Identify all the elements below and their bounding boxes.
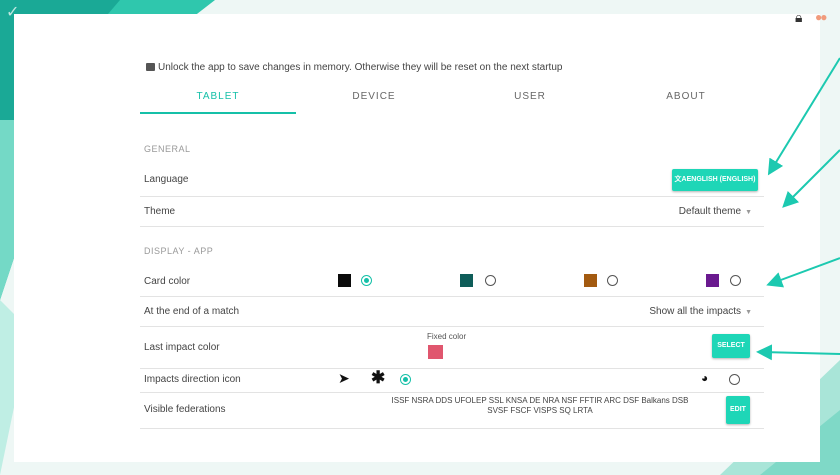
edit-button[interactable]: EDIT bbox=[726, 396, 750, 424]
impacts-icon-row: Impacts direction icon ➤ ✱ ◕ bbox=[140, 368, 764, 393]
fixed-color-swatch bbox=[428, 345, 443, 359]
impacts-icon-label: Impacts direction icon bbox=[144, 374, 241, 385]
translate-icon: 文A bbox=[674, 176, 687, 183]
impacts-icon-radio[interactable] bbox=[729, 374, 740, 385]
visible-federations-row: Visible federations ISSF NSRA DDS UFOLEP… bbox=[140, 392, 764, 429]
caret-down-icon: ▼ bbox=[745, 209, 752, 216]
card-color-radio[interactable] bbox=[485, 275, 496, 286]
app-logo-icon: ●● bbox=[815, 10, 827, 24]
card-color-radio[interactable] bbox=[730, 275, 741, 286]
tab-bar: TABLET DEVICE USER ABOUT bbox=[140, 86, 764, 114]
tab-user[interactable]: USER bbox=[452, 86, 608, 114]
card-color-radio[interactable] bbox=[607, 275, 618, 286]
last-impact-row: Last impact color Fixed color SELECT bbox=[140, 326, 764, 369]
card-color-swatch bbox=[338, 274, 351, 287]
unlock-notice: Unlock the app to save changes in memory… bbox=[146, 62, 562, 73]
last-impact-label: Last impact color bbox=[144, 342, 220, 353]
caret-down-icon: ▼ bbox=[745, 309, 752, 316]
circle-direction-icon: ◕ bbox=[701, 371, 709, 385]
card-color-swatch bbox=[584, 274, 597, 287]
card-color-label: Card color bbox=[144, 276, 191, 287]
end-of-match-row: At the end of a match Show all the impac… bbox=[140, 296, 764, 327]
theme-row: Theme Default theme ▼ bbox=[140, 196, 764, 227]
asterisk-icon: ✱ bbox=[371, 368, 386, 387]
lock-small-icon bbox=[146, 63, 155, 71]
language-row: Language 文AENGLISH (ENGLISH) bbox=[140, 164, 764, 197]
theme-dropdown[interactable]: Default theme ▼ bbox=[679, 206, 752, 217]
tab-about[interactable]: ABOUT bbox=[608, 86, 764, 114]
card-color-swatch bbox=[460, 274, 473, 287]
impacts-icon-radio[interactable] bbox=[400, 374, 411, 385]
language-label: Language bbox=[144, 174, 189, 185]
card-color-row: Card color bbox=[140, 266, 764, 297]
card-color-swatch bbox=[706, 274, 719, 287]
visible-federations-label: Visible federations bbox=[144, 404, 226, 415]
language-button[interactable]: 文AENGLISH (ENGLISH) bbox=[672, 169, 758, 191]
federations-list: ISSF NSRA DDS UFOLEP SSL KNSA DE NRA NSF… bbox=[391, 396, 689, 415]
select-button[interactable]: SELECT bbox=[712, 334, 750, 358]
lock-icon[interactable]: 🔒︎ bbox=[795, 9, 802, 26]
section-display: DISPLAY - APP bbox=[144, 246, 214, 256]
card-color-radio[interactable] bbox=[361, 275, 372, 286]
tab-device[interactable]: DEVICE bbox=[296, 86, 452, 114]
theme-label: Theme bbox=[144, 206, 176, 217]
end-of-match-dropdown[interactable]: Show all the impacts ▼ bbox=[649, 306, 752, 317]
fixed-color-label: Fixed color bbox=[427, 332, 467, 341]
tab-tablet[interactable]: TABLET bbox=[140, 86, 296, 114]
end-of-match-label: At the end of a match bbox=[144, 306, 240, 317]
section-general: GENERAL bbox=[144, 144, 191, 154]
arrow-icon: ➤ bbox=[338, 370, 350, 386]
